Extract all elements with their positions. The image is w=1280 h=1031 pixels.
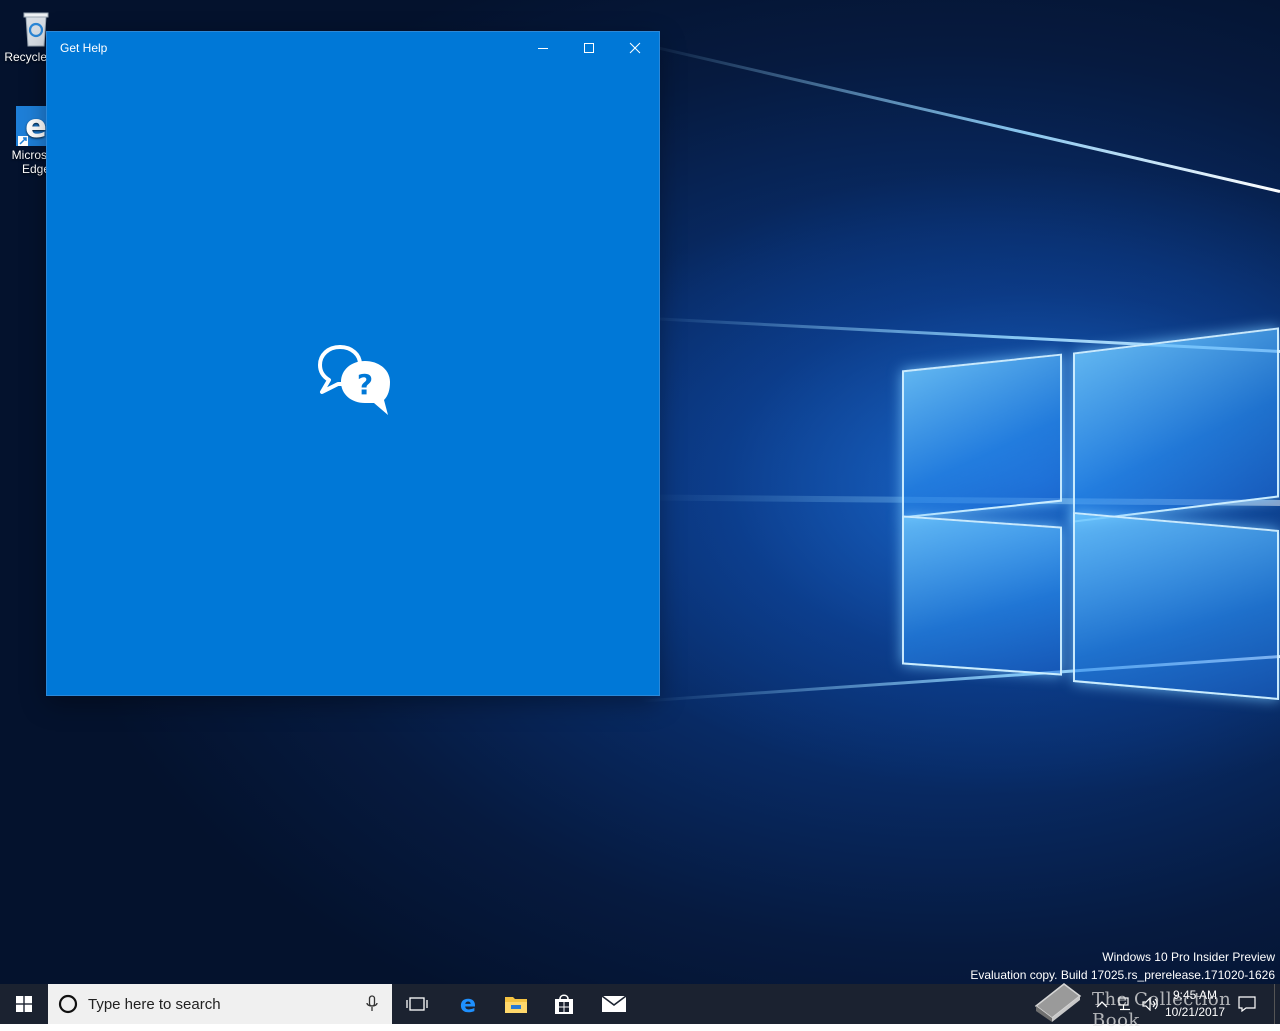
microphone-icon[interactable] [366,995,378,1013]
logo-pane-top-right [1073,327,1279,523]
close-button[interactable] [612,32,658,64]
file-explorer-icon [505,997,527,1013]
close-icon [629,42,641,54]
task-view-icon [406,997,428,1011]
store-icon [555,994,573,1014]
task-view-button[interactable] [394,984,440,1024]
taskbar-store-button[interactable] [540,984,588,1024]
taskbar-edge-button[interactable]: e [444,984,492,1024]
svg-text:e: e [460,992,476,1016]
edge-icon: e [460,992,476,1016]
watermark-edition: Windows 10 Pro Insider Preview [1102,950,1275,964]
minimize-button[interactable] [520,32,566,64]
logo-pane-bottom-right [1073,511,1279,701]
start-button[interactable] [0,984,48,1024]
maximize-button[interactable] [566,32,612,64]
logo-pane-bottom-left [902,515,1062,676]
svg-text:e: e [25,107,47,145]
collection-book-text: The Collection Book [1092,989,1232,1031]
logo-pane-top-left [902,353,1062,519]
svg-text:?: ? [357,368,373,401]
windows-start-icon [16,996,32,1012]
book-icon [1034,983,1082,1022]
mail-icon [601,995,627,1012]
window-titlebar[interactable]: Get Help [47,32,659,64]
maximize-icon [584,43,594,53]
search-box[interactable]: Type here to search [48,984,392,1024]
search-placeholder: Type here to search [88,996,221,1013]
help-chat-bubbles-icon: ? [318,344,394,420]
window-title: Get Help [60,41,108,55]
light-beam [636,41,1280,193]
get-help-window[interactable]: Get Help ? [47,32,659,695]
minimize-icon [538,48,548,49]
cortana-icon [58,994,78,1014]
taskbar-mail-button[interactable] [590,984,638,1024]
taskbar-file-explorer-button[interactable] [492,984,540,1024]
